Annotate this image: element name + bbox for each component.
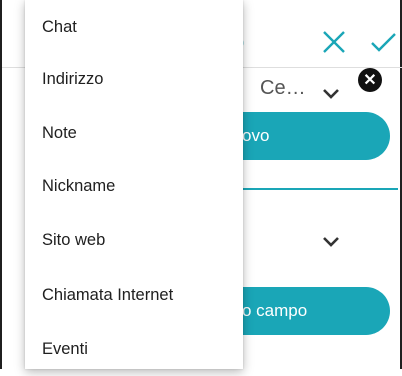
add-field-button[interactable]: o campo — [234, 287, 390, 335]
menu-item-nickname[interactable]: Nickname — [25, 159, 243, 213]
menu-item-label: Chat — [42, 17, 77, 36]
screen-frame: o Ce… ✕ ovo o campo Chat — [0, 0, 402, 369]
menu-item-label: Nickname — [42, 176, 116, 195]
menu-item-sito-web[interactable]: Sito web — [25, 213, 243, 267]
add-new-button[interactable]: ovo — [234, 112, 390, 160]
menu-item-label: Chiamata Internet — [42, 285, 174, 304]
menu-item-chiamata-internet[interactable]: Chiamata Internet — [25, 268, 243, 322]
close-icon[interactable] — [320, 28, 348, 56]
add-new-button-label: ovo — [242, 126, 270, 145]
menu-item-note[interactable]: Note — [25, 106, 243, 160]
menu-item-label: Indirizzo — [42, 69, 104, 88]
type-select-value: Ce… — [260, 77, 306, 99]
check-icon[interactable] — [367, 26, 399, 58]
add-field-button-label: o campo — [242, 301, 308, 320]
menu-item-eventi[interactable]: Eventi — [25, 322, 243, 376]
menu-item-indirizzo[interactable]: Indirizzo — [25, 52, 243, 106]
field-underline — [234, 188, 398, 190]
menu-item-label: Note — [42, 123, 77, 142]
remove-icon[interactable]: ✕ — [358, 68, 382, 92]
chevron-down-icon[interactable] — [318, 80, 344, 106]
menu-item-label: Eventi — [42, 339, 88, 358]
field-type-menu: Chat Indirizzo Note Nickname Sito web Ch… — [25, 0, 243, 369]
menu-item-chat[interactable]: Chat — [25, 0, 243, 54]
menu-item-label: Sito web — [42, 230, 106, 249]
chevron-down-icon[interactable] — [318, 228, 344, 254]
